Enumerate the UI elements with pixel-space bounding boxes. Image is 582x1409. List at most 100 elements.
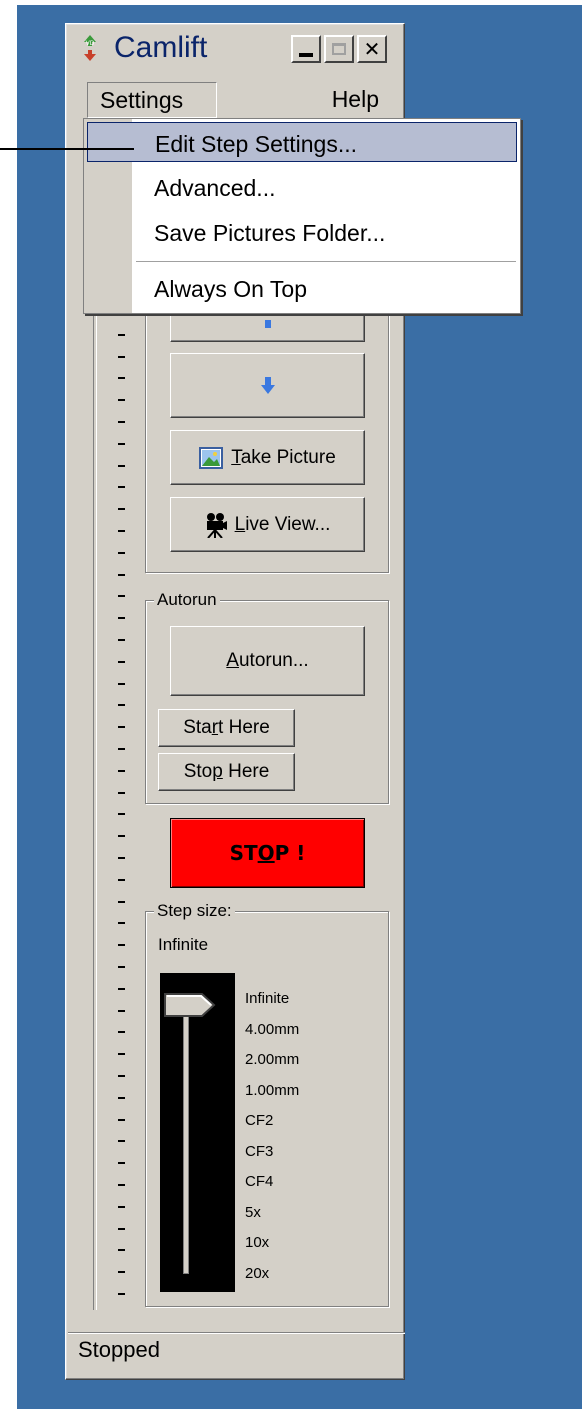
movie-camera-icon xyxy=(205,512,227,538)
ruler-tick xyxy=(118,551,125,554)
menu-item-advanced[interactable]: Advanced... xyxy=(87,167,517,207)
move-down-button[interactable] xyxy=(170,353,365,418)
ruler-tick xyxy=(118,464,125,467)
ruler-tick xyxy=(118,1009,125,1012)
menu-settings[interactable]: Settings xyxy=(87,82,217,118)
position-ruler-ticks xyxy=(118,300,138,1310)
ruler-tick xyxy=(118,508,125,511)
menu-item-always-on-top[interactable]: Always On Top xyxy=(87,268,517,308)
ruler-tick xyxy=(118,791,125,794)
svg-text:VD: VD xyxy=(86,40,95,47)
start-here-label: Start Here xyxy=(183,717,270,738)
ruler-tick xyxy=(118,813,125,816)
camlift-logo-icon: VD xyxy=(84,35,96,61)
step-size-option: 4.00mm xyxy=(245,1020,300,1038)
ruler-tick xyxy=(118,442,125,445)
ruler-tick xyxy=(118,355,125,358)
ruler-tick xyxy=(118,857,125,859)
ruler-tick xyxy=(118,704,125,707)
step-size-option: CF3 xyxy=(245,1142,274,1160)
step-size-slider-thumb[interactable] xyxy=(164,993,216,1017)
ruler-tick xyxy=(118,573,125,576)
autorun-button[interactable]: Autorun... xyxy=(170,626,365,696)
ruler-tick xyxy=(118,769,125,772)
menu-help[interactable]: Help xyxy=(332,86,379,113)
minimize-button[interactable] xyxy=(291,35,321,63)
step-size-option: CF4 xyxy=(245,1173,274,1190)
menu-separator xyxy=(136,261,516,263)
arrow-down-icon xyxy=(260,376,275,394)
take-picture-button[interactable]: Take Picture xyxy=(170,430,365,485)
ruler-tick xyxy=(118,1249,125,1252)
close-button[interactable]: ✕ xyxy=(357,35,387,63)
menu-item-save-pictures-folder[interactable]: Save Pictures Folder... xyxy=(87,212,517,252)
ruler-tick xyxy=(118,486,125,489)
ruler-tick xyxy=(118,377,125,380)
step-size-option: 5x xyxy=(245,1203,261,1221)
step-size-slider-track[interactable] xyxy=(183,1004,189,1274)
start-here-button[interactable]: Start Here xyxy=(158,709,295,747)
menu-bar: Settings Help xyxy=(69,79,401,118)
ruler-tick xyxy=(118,399,125,402)
ruler-tick xyxy=(118,1271,125,1274)
ruler-tick xyxy=(118,660,125,663)
step-size-group-label: Step size: xyxy=(154,901,235,921)
step-size-option: CF2 xyxy=(245,1112,274,1129)
ruler-tick xyxy=(118,987,125,990)
ruler-tick xyxy=(118,421,125,423)
ruler-tick xyxy=(118,966,125,968)
step-size-option: 10x xyxy=(245,1234,270,1251)
ruler-tick xyxy=(118,878,125,881)
ruler-tick xyxy=(118,900,125,903)
ruler-tick xyxy=(118,1162,125,1165)
window-title: Camlift xyxy=(114,31,208,64)
live-view-button[interactable]: Live View... xyxy=(170,497,365,552)
ruler-tick xyxy=(118,922,125,925)
stop-here-button[interactable]: Stop Here xyxy=(158,753,295,791)
ruler-tick xyxy=(118,1205,125,1208)
maximize-icon xyxy=(332,43,346,55)
title-bar[interactable]: VD Camlift ✕ xyxy=(69,27,401,69)
ruler-tick xyxy=(118,682,125,685)
ruler-tick xyxy=(118,1227,125,1230)
close-icon: ✕ xyxy=(363,37,381,61)
ruler-tick xyxy=(118,595,125,598)
stop-here-label: Stop Here xyxy=(183,761,270,782)
step-size-option: 2.00mm xyxy=(245,1051,300,1068)
settings-dropdown-menu: Edit Step Settings... Advanced... Save P… xyxy=(83,118,521,314)
ruler-tick xyxy=(118,1184,125,1186)
live-view-label: Live View... xyxy=(234,513,331,535)
picture-icon xyxy=(199,446,224,469)
step-size-option: 1.00mm xyxy=(245,1081,300,1099)
ruler-tick xyxy=(118,333,125,336)
ruler-tick xyxy=(118,726,125,729)
menu-item-edit-step-settings[interactable]: Edit Step Settings... xyxy=(87,122,517,162)
ruler-tick xyxy=(118,1118,125,1121)
step-size-option: 20x xyxy=(245,1264,270,1282)
stop-label: STOP ! xyxy=(229,841,306,865)
minimize-icon xyxy=(299,53,313,57)
ruler-tick xyxy=(118,1075,125,1077)
ruler-tick xyxy=(118,1031,125,1034)
ruler-tick xyxy=(118,748,125,750)
autorun-group-label: Autorun xyxy=(154,590,220,610)
ruler-tick xyxy=(118,1053,125,1056)
arrow-up-icon xyxy=(264,319,271,328)
position-ruler-line xyxy=(93,140,97,1310)
ruler-tick xyxy=(118,944,125,947)
autorun-label: Autorun... xyxy=(226,650,309,671)
ruler-tick xyxy=(118,639,125,641)
ruler-tick xyxy=(118,835,125,838)
ruler-tick xyxy=(118,617,125,620)
step-size-slider-background xyxy=(160,973,235,1292)
stop-button[interactable]: STOP ! xyxy=(170,818,365,888)
step-size-current: Infinite xyxy=(158,935,209,954)
callout-line xyxy=(0,148,134,150)
ruler-tick xyxy=(118,1096,125,1099)
maximize-button[interactable] xyxy=(324,35,354,63)
status-bar: Stopped xyxy=(68,1332,405,1362)
take-picture-label: Take Picture xyxy=(231,446,336,468)
ruler-tick xyxy=(118,1293,125,1295)
step-size-option: Infinite xyxy=(245,990,290,1007)
ruler-tick xyxy=(118,1140,125,1143)
